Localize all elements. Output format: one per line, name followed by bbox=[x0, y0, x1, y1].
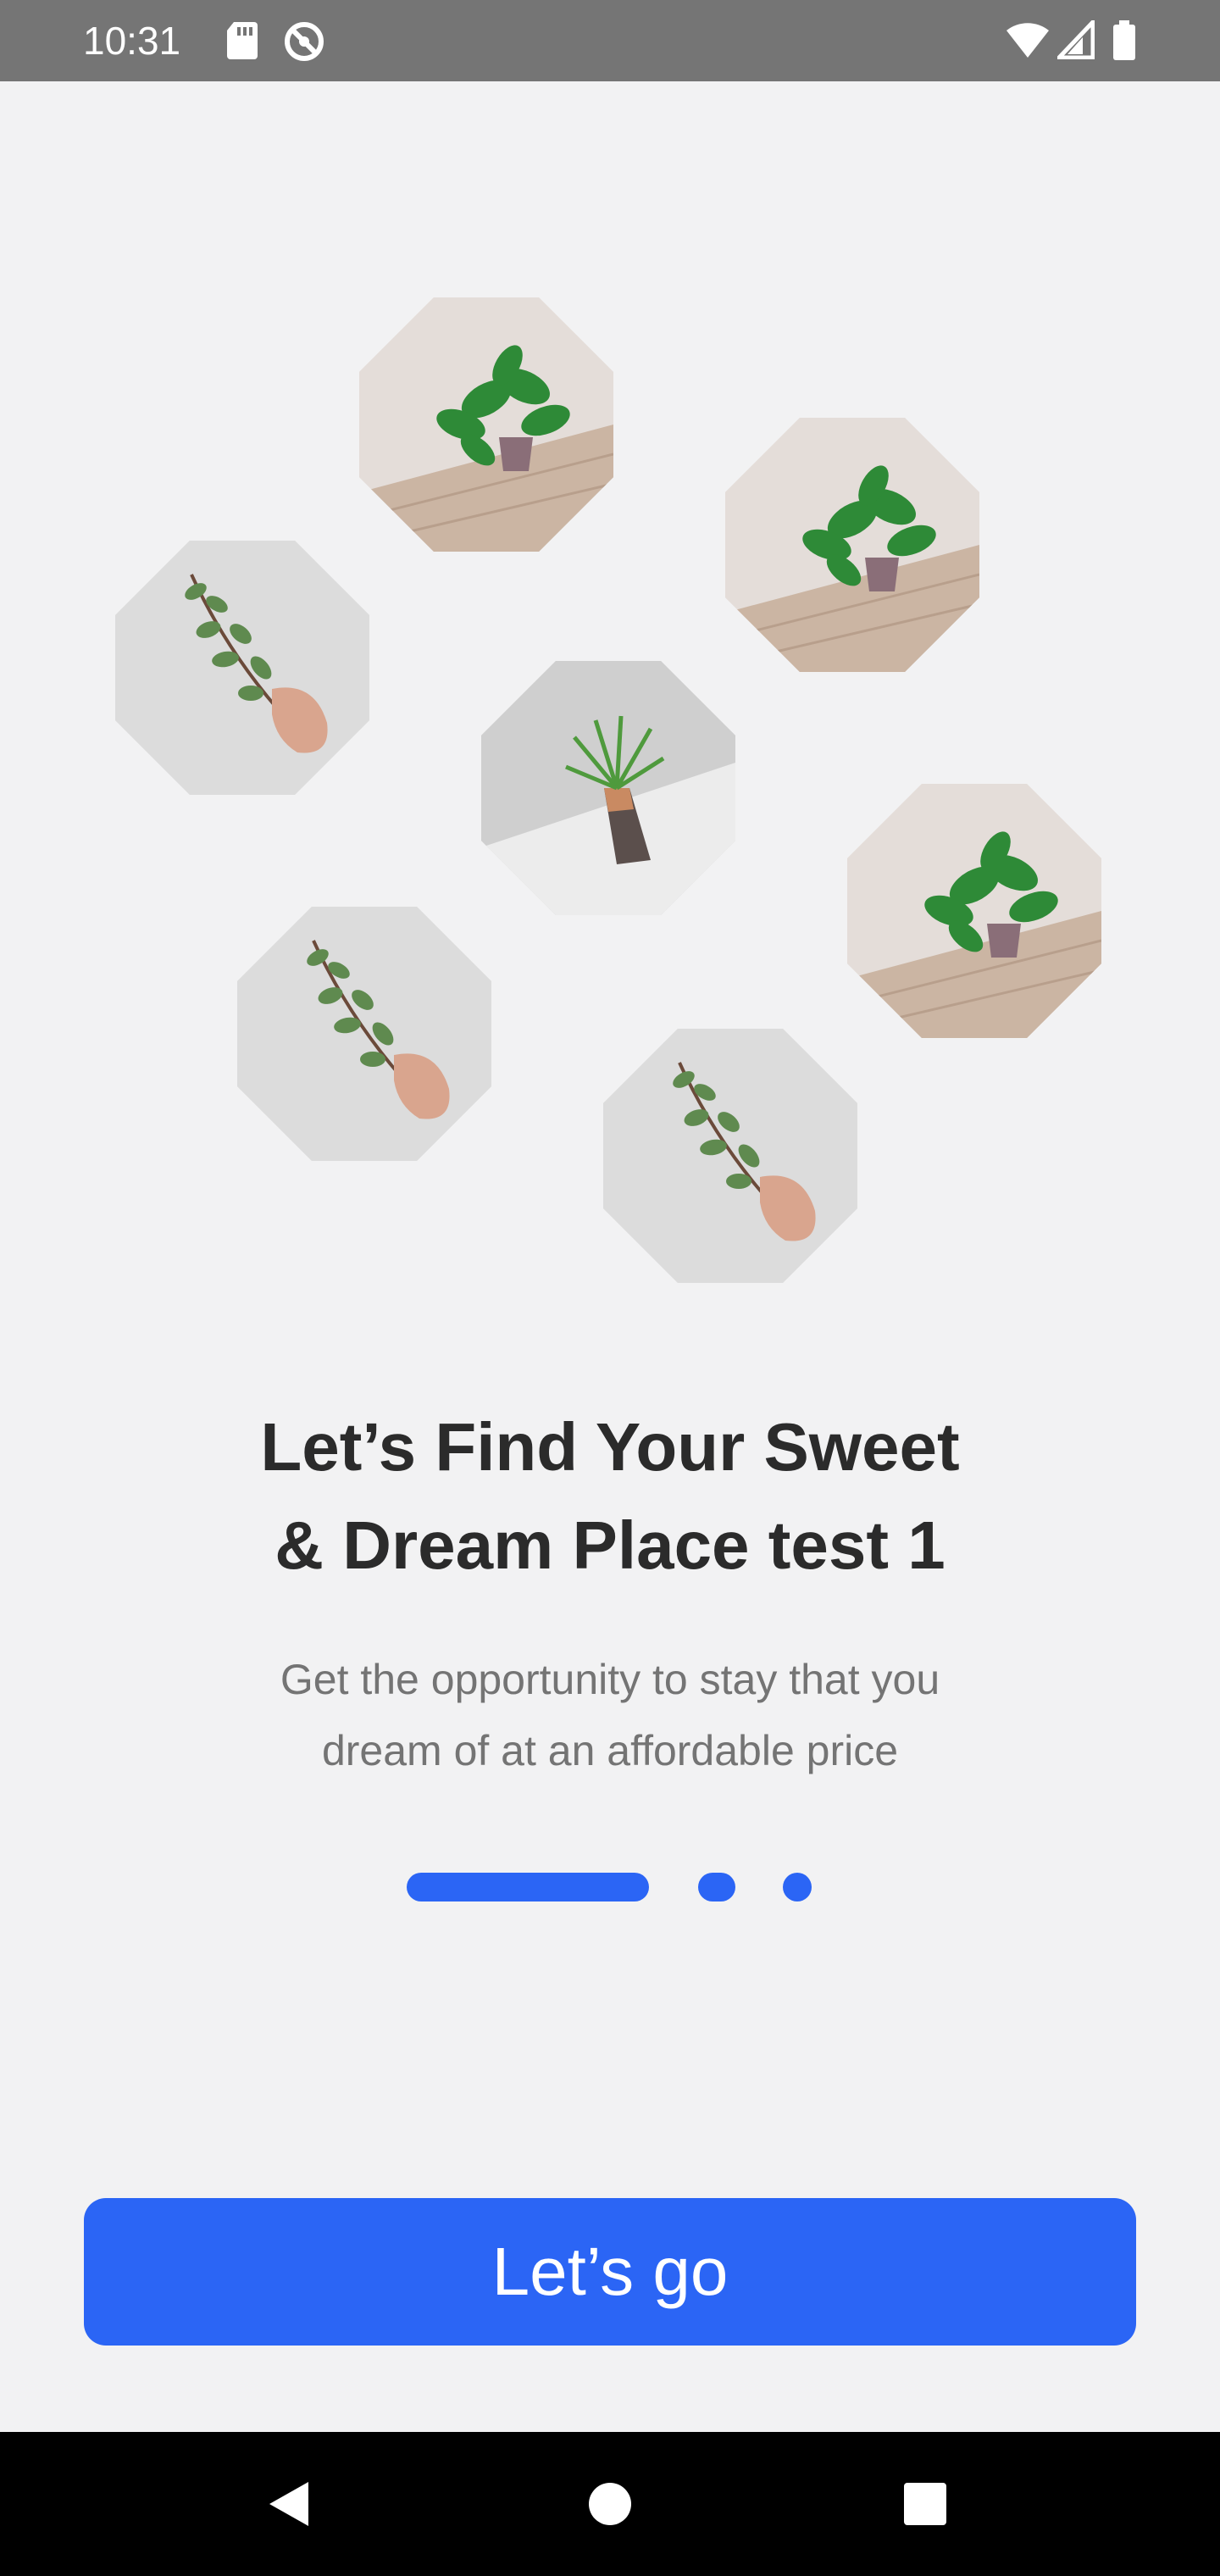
air-plant-vase-image bbox=[481, 661, 735, 915]
page-indicator-dot-2[interactable] bbox=[698, 1873, 735, 1901]
page-indicator-dot-3[interactable] bbox=[783, 1873, 812, 1901]
onboarding-subtitle-line1: Get the opportunity to stay that you bbox=[280, 1656, 940, 1703]
pothos-image bbox=[847, 784, 1101, 1038]
battery-icon bbox=[1112, 20, 1137, 65]
sd-card-icon bbox=[225, 20, 259, 65]
cellular-signal-icon bbox=[1054, 16, 1095, 64]
home-icon bbox=[589, 2483, 631, 2525]
plant-tile-eucalyptus-bottom bbox=[551, 976, 910, 1335]
home-button[interactable] bbox=[534, 2432, 686, 2576]
plant-tile-pothos-right bbox=[673, 365, 1032, 724]
plant-tile-pothos-far-right bbox=[795, 731, 1154, 1091]
eucalyptus-image bbox=[237, 907, 491, 1161]
status-time: 10:31 bbox=[83, 19, 181, 63]
onboarding-title: Let’s Find Your Sweet & Dream Place test… bbox=[0, 1398, 1220, 1595]
recents-icon bbox=[904, 2483, 946, 2525]
pothos-image bbox=[359, 297, 613, 552]
wifi-icon bbox=[1005, 20, 1051, 64]
page-indicator bbox=[0, 1873, 1220, 1901]
plant-tile-vase-center bbox=[429, 608, 788, 968]
recents-button[interactable] bbox=[849, 2432, 1001, 2576]
back-icon bbox=[269, 2482, 308, 2526]
status-bar: 10:31 bbox=[0, 0, 1220, 81]
pothos-image bbox=[725, 418, 979, 672]
plant-tile-pothos-top bbox=[307, 245, 666, 604]
eucalyptus-image bbox=[114, 541, 369, 795]
plant-tile-eucalyptus-bottom-left bbox=[185, 854, 544, 1213]
lets-go-button[interactable]: Let’s go bbox=[84, 2198, 1136, 2346]
navigation-bar bbox=[0, 2432, 1220, 2576]
page-indicator-active[interactable] bbox=[407, 1873, 649, 1901]
plant-tile-eucalyptus-left bbox=[63, 488, 422, 847]
onboarding-title-line2: & Dream Place test 1 bbox=[274, 1507, 946, 1583]
no-disturb-icon bbox=[283, 20, 325, 67]
back-button[interactable] bbox=[214, 2432, 366, 2576]
onboarding-subtitle-line2: dream of at an affordable price bbox=[321, 1727, 899, 1774]
eucalyptus-image bbox=[603, 1029, 857, 1283]
onboarding-subtitle: Get the opportunity to stay that you dre… bbox=[0, 1644, 1220, 1786]
plant-collage bbox=[0, 81, 1220, 1403]
onboarding-title-line1: Let’s Find Your Sweet bbox=[260, 1409, 960, 1485]
